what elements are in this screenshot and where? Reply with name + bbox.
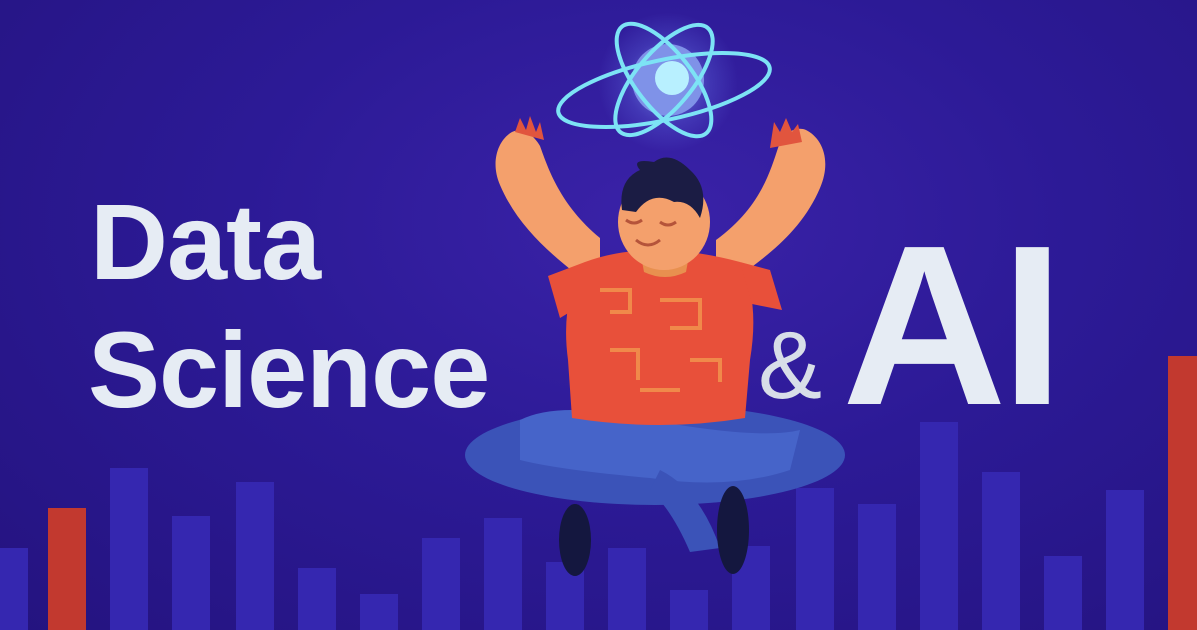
legs <box>465 405 845 576</box>
hero-banner: Data Science & AI <box>0 0 1197 630</box>
meditating-person-illustration <box>465 12 845 576</box>
atom-icon <box>556 12 772 152</box>
